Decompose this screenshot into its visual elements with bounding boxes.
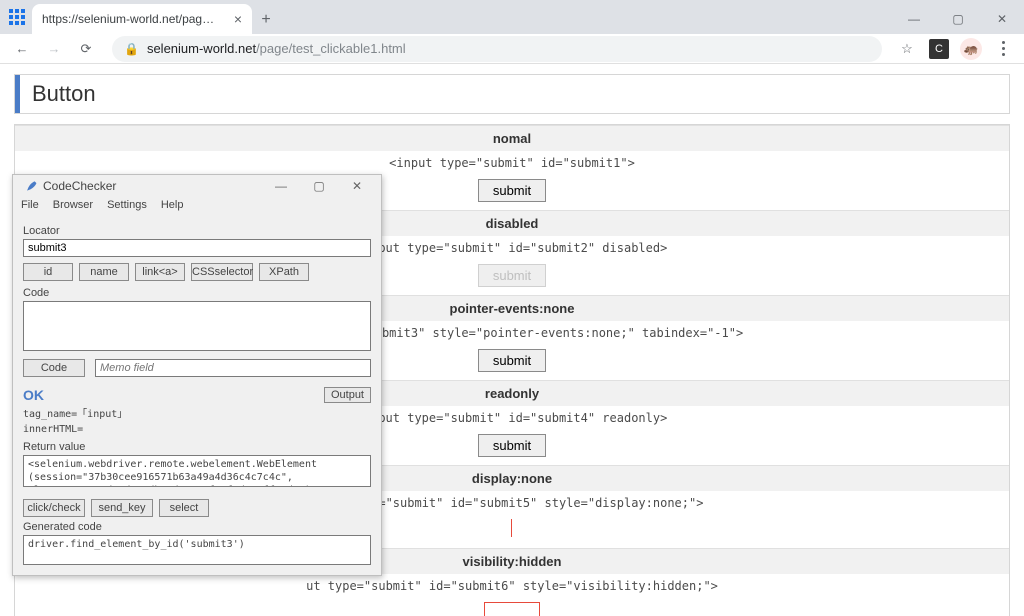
menu-help[interactable]: Help	[161, 199, 184, 211]
status-ok: OK	[23, 387, 44, 403]
browser-tab[interactable]: https://selenium-world.net/pag… ×	[32, 4, 252, 34]
css-button[interactable]: CSSselector	[191, 263, 253, 281]
lock-icon: 🔒	[124, 42, 139, 56]
dialog-close[interactable]: ✕	[343, 179, 371, 193]
code-textarea[interactable]	[23, 301, 371, 351]
close-window-button[interactable]: ✕	[980, 4, 1024, 34]
locator-label: Locator	[23, 225, 371, 237]
menu-settings[interactable]: Settings	[107, 199, 147, 211]
hidden-indicator-line	[511, 519, 513, 537]
maximize-button[interactable]: ▢	[936, 4, 980, 34]
memo-input[interactable]	[95, 359, 371, 377]
submit1-button[interactable]: submit	[478, 179, 546, 202]
return-value-box[interactable]: <selenium.webdriver.remote.webelement.We…	[23, 455, 371, 487]
section-visibility-desc: ut type="submit" id="submit6" style="vis…	[15, 574, 1009, 598]
select-button[interactable]: select	[159, 499, 209, 517]
menu-file[interactable]: File	[21, 199, 39, 211]
button-panel: Button	[14, 74, 1010, 114]
tab-close-icon[interactable]: ×	[234, 11, 242, 27]
submit3-button: submit	[478, 349, 546, 372]
url-domain: selenium-world.net	[147, 41, 256, 56]
generated-code-box[interactable]: driver.find_element_by_id('submit3')	[23, 535, 371, 565]
back-button[interactable]: ←	[8, 35, 36, 63]
minimize-button[interactable]: —	[892, 4, 936, 34]
browser-toolbar: ← → ⟳ 🔒 selenium-world.net/page/test_cli…	[0, 34, 1024, 64]
feather-icon	[23, 179, 37, 193]
new-tab-button[interactable]: +	[252, 6, 280, 34]
page-title-button: Button	[15, 75, 1009, 113]
tab-title: https://selenium-world.net/pag…	[42, 12, 214, 26]
name-button[interactable]: name	[79, 263, 129, 281]
browser-tab-strip: https://selenium-world.net/pag… × + — ▢ …	[0, 0, 1024, 34]
menu-browser[interactable]: Browser	[53, 199, 93, 211]
hidden-indicator-box	[484, 602, 540, 616]
dialog-maximize[interactable]: ▢	[305, 179, 333, 193]
dialog-menubar: File Browser Settings Help	[13, 197, 381, 215]
apps-button[interactable]	[4, 4, 30, 30]
click-check-button[interactable]: click/check	[23, 499, 85, 517]
address-bar[interactable]: 🔒 selenium-world.net/page/test_clickable…	[112, 36, 882, 62]
code-button[interactable]: Code	[23, 359, 85, 377]
tag-name-line: tag_name=「input」	[23, 407, 371, 422]
submit2-button: submit	[478, 264, 546, 287]
section-normal-title: nomal	[15, 125, 1009, 151]
send-key-button[interactable]: send_key	[91, 499, 153, 517]
dialog-title-text: CodeChecker	[43, 179, 116, 193]
reload-button[interactable]: ⟳	[72, 35, 100, 63]
window-controls: — ▢ ✕	[892, 4, 1024, 34]
inner-html-line: innerHTML=	[23, 422, 371, 437]
profile-avatar[interactable]: 🦛	[958, 36, 984, 62]
section-normal-desc: <input type="submit" id="submit1">	[15, 151, 1009, 175]
url-path: /page/test_clickable1.html	[256, 41, 406, 56]
locator-input[interactable]	[23, 239, 371, 257]
extension-badge[interactable]: C	[926, 36, 952, 62]
linka-button[interactable]: link<a>	[135, 263, 185, 281]
xpath-button[interactable]: XPath	[259, 263, 309, 281]
code-label: Code	[23, 287, 371, 299]
apps-grid-icon	[9, 9, 25, 25]
return-value-label: Return value	[23, 441, 371, 453]
forward-button[interactable]: →	[40, 35, 68, 63]
output-button[interactable]: Output	[324, 387, 371, 403]
submit4-button[interactable]: submit	[478, 434, 546, 457]
codechecker-dialog: CodeChecker — ▢ ✕ File Browser Settings …	[12, 174, 382, 576]
generated-code-label: Generated code	[23, 521, 371, 533]
bookmark-star-icon[interactable]: ☆	[894, 36, 920, 62]
dialog-minimize[interactable]: —	[267, 179, 295, 193]
id-button[interactable]: id	[23, 263, 73, 281]
kebab-menu[interactable]	[990, 36, 1016, 62]
dialog-titlebar[interactable]: CodeChecker — ▢ ✕	[13, 175, 381, 197]
